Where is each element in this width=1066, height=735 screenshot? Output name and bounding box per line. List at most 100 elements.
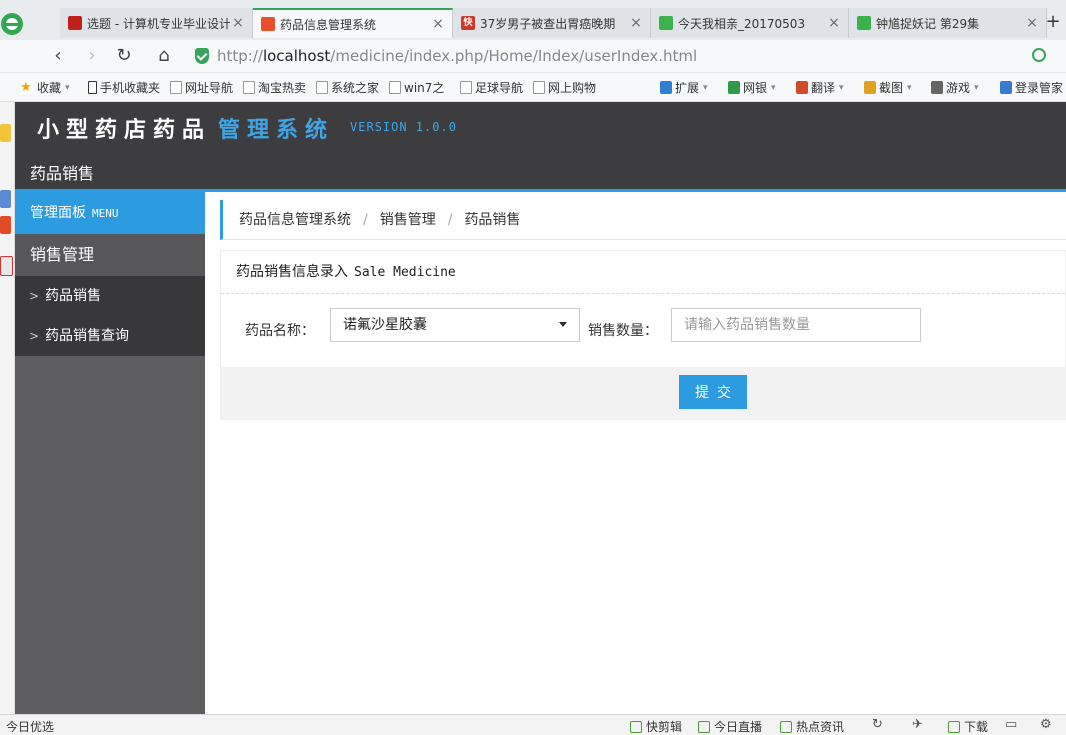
tab-favicon-icon <box>857 16 871 30</box>
url-field[interactable]: http://localhost/medicine/index.php/Home… <box>195 44 1025 68</box>
back-button[interactable]: ‹ <box>46 44 70 68</box>
new-tab-button[interactable]: + <box>1044 10 1062 34</box>
toolbar-extension-item[interactable]: 扩展 ▾ <box>660 79 708 96</box>
status-item-label: 热点资讯 <box>796 720 845 734</box>
chevron-right-icon: > <box>29 289 40 303</box>
toolbar-extension-item[interactable]: 网银 ▾ <box>728 79 776 96</box>
tab-close-icon[interactable]: × <box>230 15 246 31</box>
bookmark-item[interactable]: 手机收藏夹 <box>88 79 160 96</box>
toolbar-extension-item[interactable]: 登录管家 <box>1000 79 1063 96</box>
forward-button[interactable]: › <box>80 44 104 68</box>
sidebar-panel-header[interactable]: 管理面板 MENU <box>15 192 205 234</box>
bookmark-label: win7之 <box>404 81 445 95</box>
side-app-icon[interactable] <box>0 256 13 276</box>
secure-shield-icon <box>195 48 209 64</box>
browser-tab[interactable]: 钟馗捉妖记 第29集 × <box>849 8 1047 38</box>
breadcrumb-item[interactable]: 药品信息管理系统 <box>239 212 351 228</box>
app-header: 小型药店药品 管理系统 VERSION 1.0.0 药品销售 <box>15 102 1066 190</box>
tab-close-icon[interactable]: × <box>826 15 842 31</box>
bookmark-item[interactable]: win7之 <box>389 79 444 96</box>
tab-favicon-icon: 快 <box>461 16 475 30</box>
main-content: 药品信息管理系统 / 销售管理 / 药品销售 药品销售信息录入 Sale Medicine… <box>205 192 1066 714</box>
bookmark-label: 淘宝热卖 <box>258 81 307 95</box>
extension-label: 登录管家 <box>1015 81 1064 95</box>
toolbar-extension-item[interactable]: 游戏 ▾ <box>931 79 979 96</box>
browser-status-bar: 今日优选 快剪辑 今日直播 热点资讯 下载 ↻ ✈ ▭ ⚙ <box>0 714 1066 735</box>
sidebar-submenu: > 药品销售 > 药品销售查询 <box>15 276 205 356</box>
tab-title: 37岁男子被查出胃癌晚期 <box>480 16 616 31</box>
extension-icon <box>796 81 808 94</box>
bookmark-item[interactable]: 网址导航 <box>170 79 233 96</box>
status-item[interactable]: 快剪辑 <box>630 718 682 735</box>
medicine-name-label: 药品名称： <box>245 323 315 339</box>
browser-tab[interactable]: 今天我相亲_20170503 × <box>651 8 849 38</box>
status-item[interactable]: 热点资讯 <box>780 718 844 735</box>
app-title-accent: 管理系统 <box>218 117 335 143</box>
sidebar-group-sales[interactable]: 销售管理 <box>15 234 205 276</box>
bookmark-label: 系统之家 <box>331 81 380 95</box>
tab-title: 选题 - 计算机专业毕业设计 <box>87 16 230 31</box>
side-app-icon[interactable] <box>0 124 11 142</box>
chevron-down-icon: ▾ <box>907 82 912 93</box>
bookmark-label: 网址导航 <box>185 81 234 95</box>
toolbar-extension-item[interactable]: 翻译 ▾ <box>796 79 844 96</box>
app-version: VERSION 1.0.0 <box>350 120 457 134</box>
chevron-down-icon: ▾ <box>771 82 776 93</box>
sale-quantity-input[interactable] <box>671 308 921 342</box>
reload-button[interactable]: ↻ <box>112 44 136 68</box>
chevron-right-icon: > <box>29 329 40 343</box>
tab-close-icon[interactable]: × <box>628 15 644 31</box>
extension-label: 网银 <box>743 81 768 95</box>
page-icon <box>170 81 182 94</box>
status-item[interactable]: 今日直播 <box>698 718 762 735</box>
panel-title: 药品销售信息录入 Sale Medicine <box>221 251 1065 294</box>
bookmark-label: 收藏 <box>37 81 62 95</box>
toolbar-extension-item[interactable]: 截图 ▾ <box>864 79 912 96</box>
bookmark-item[interactable]: 系统之家 <box>316 79 379 96</box>
sale-quantity-label: 销售数量： <box>588 323 658 339</box>
sync-icon[interactable] <box>1032 48 1046 62</box>
dropdown-caret-icon <box>559 322 567 327</box>
browser-tab[interactable]: 快 37岁男子被查出胃癌晚期 × <box>453 8 651 38</box>
bookmark-item[interactable]: 足球导航 <box>460 79 523 96</box>
refresh-icon[interactable]: ↻ <box>872 717 883 732</box>
side-app-icon[interactable] <box>0 216 11 234</box>
screen-icon[interactable]: ▭ <box>1005 717 1017 732</box>
page-icon <box>243 81 255 94</box>
settings-icon[interactable]: ⚙ <box>1040 717 1052 732</box>
medicine-name-select[interactable]: 诺氟沙星胶囊 <box>330 308 580 342</box>
tab-close-icon[interactable]: × <box>430 16 446 32</box>
page-icon <box>460 81 472 94</box>
bookmark-item[interactable]: ★ 收藏 ▾ <box>20 79 70 96</box>
chevron-down-icon: ▾ <box>703 82 708 93</box>
bookmark-label: 足球导航 <box>475 81 524 95</box>
sidebar-item-sale-query[interactable]: > 药品销售查询 <box>15 316 205 356</box>
phone-icon <box>88 81 97 94</box>
status-item-icon <box>948 720 960 733</box>
status-item-icon <box>698 720 710 733</box>
browser-tab[interactable]: 选题 - 计算机专业毕业设计 × <box>60 8 253 38</box>
chevron-down-icon: ▾ <box>839 82 844 93</box>
tab-favicon-icon <box>659 16 673 30</box>
browser-tab[interactable]: 药品信息管理系统 × <box>253 8 453 38</box>
star-icon: ★ <box>20 81 34 94</box>
status-item[interactable]: 下载 <box>948 718 988 735</box>
chevron-down-icon: ▾ <box>974 82 979 93</box>
browser-logo-icon <box>1 13 23 35</box>
url-text: http://localhost/medicine/index.php/Home… <box>217 47 698 65</box>
breadcrumb-item[interactable]: 销售管理 <box>380 212 436 228</box>
side-app-icon[interactable] <box>0 190 11 208</box>
status-item-icon <box>780 720 792 733</box>
extension-icon <box>1000 81 1012 94</box>
tab-close-icon[interactable]: × <box>1024 15 1040 31</box>
home-button[interactable]: ⌂ <box>152 44 176 68</box>
submit-button[interactable]: 提交 <box>679 375 747 409</box>
sale-entry-panel: 药品销售信息录入 Sale Medicine 药品名称： 诺氟沙星胶囊 销售数量：… <box>220 250 1066 420</box>
sidebar-item-medicine-sale[interactable]: > 药品销售 <box>15 276 205 316</box>
extension-label: 截图 <box>879 81 904 95</box>
address-bar: ‹ › ↻ ⌂ http://localhost/medicine/index.… <box>0 40 1066 73</box>
bookmark-item[interactable]: 网上购物 <box>533 79 596 96</box>
bookmark-item[interactable]: 淘宝热卖 <box>243 79 306 96</box>
status-today-picks[interactable]: 今日优选 <box>6 718 54 735</box>
pin-icon[interactable]: ✈ <box>912 717 923 732</box>
